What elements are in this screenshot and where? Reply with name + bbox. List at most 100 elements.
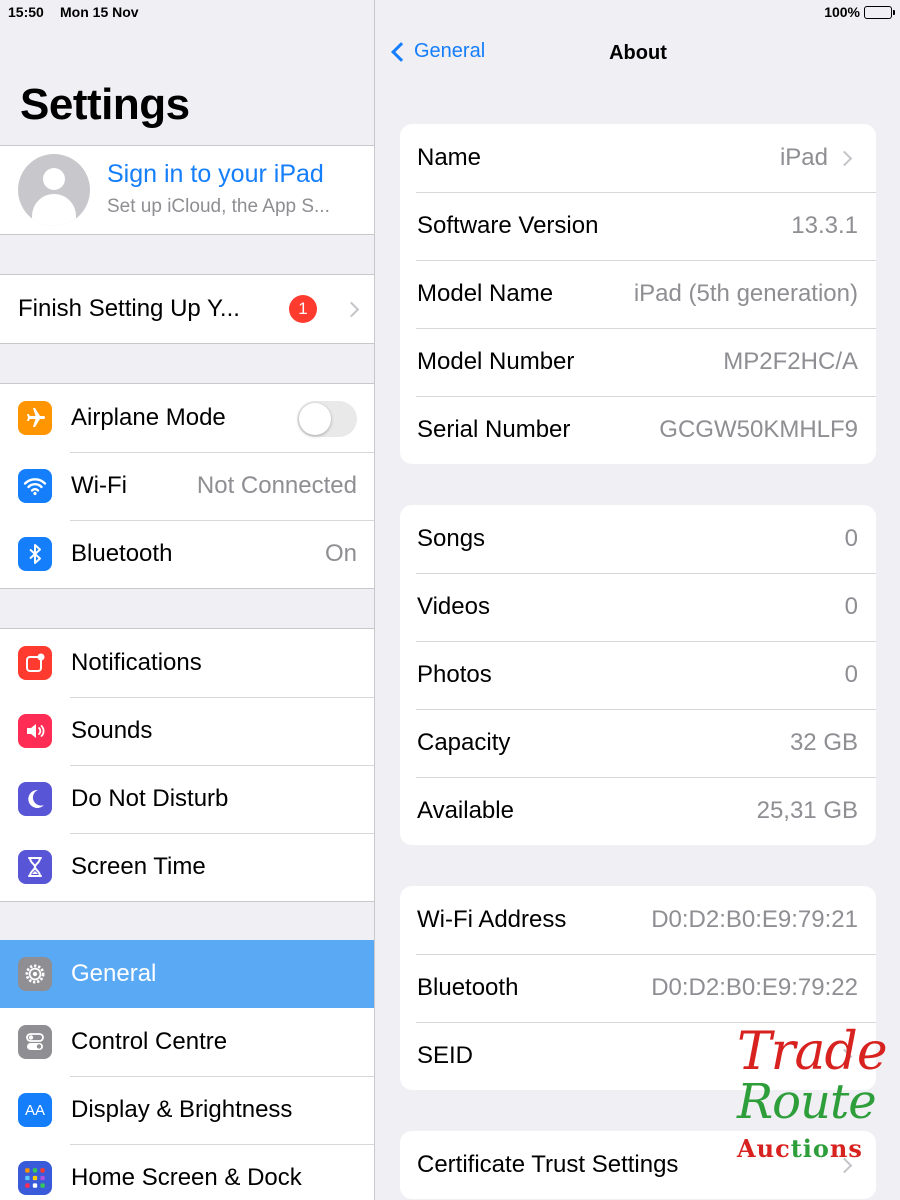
info-value: 0 bbox=[844, 593, 858, 620]
battery-indicator: 100% bbox=[824, 4, 895, 20]
sign-in-title: Sign in to your iPad bbox=[107, 160, 324, 188]
available-row: Available 25,31 GB bbox=[400, 777, 876, 845]
chevron-right-icon bbox=[343, 301, 360, 317]
sounds-icon bbox=[18, 714, 52, 748]
sidebar-item-sounds[interactable]: Sounds bbox=[0, 697, 374, 765]
about-detail-pane: About General Name iPad Software Version… bbox=[376, 0, 900, 1200]
info-label: Songs bbox=[417, 525, 486, 552]
info-value: iPad (5th generation) bbox=[633, 280, 858, 307]
profile-group: Sign in to your iPad Set up iCloud, the … bbox=[0, 145, 374, 235]
display-icon: AA bbox=[18, 1093, 52, 1127]
media-info-card: Songs 0 Videos 0 Photos 0 Capacity 32 GB… bbox=[400, 505, 876, 845]
sign-in-subtitle: Set up iCloud, the App S... bbox=[107, 196, 330, 217]
sidebar-item-label: Control Centre bbox=[71, 1028, 228, 1055]
back-button-label: General bbox=[414, 40, 486, 62]
status-time: 15:50 bbox=[8, 4, 44, 20]
logo-line-2: Route bbox=[737, 1074, 877, 1130]
info-label: SEID bbox=[417, 1042, 474, 1069]
info-label: Model Name bbox=[417, 280, 554, 307]
sidebar-item-bluetooth[interactable]: Bluetooth On bbox=[0, 520, 374, 588]
sidebar-item-home-screen-dock[interactable]: Home Screen & Dock bbox=[0, 1144, 374, 1200]
sidebar-item-label: Display & Brightness bbox=[71, 1096, 293, 1123]
sidebar-item-general[interactable]: General bbox=[0, 940, 374, 1008]
serial-number-row: Serial Number GCGW50KMHLF9 bbox=[400, 396, 876, 464]
info-label: Serial Number bbox=[417, 416, 571, 443]
sidebar-item-label: Screen Time bbox=[71, 853, 206, 880]
connectivity-group: Airplane Mode Wi-Fi Not Connected Blueto… bbox=[0, 383, 374, 589]
info-value: D0:D2:B0:E9:79:22 bbox=[651, 974, 858, 1001]
control-centre-icon bbox=[18, 1025, 52, 1059]
info-value: GCGW50KMHLF9 bbox=[659, 416, 858, 443]
back-button[interactable]: General bbox=[390, 40, 485, 63]
airplane-mode-toggle[interactable] bbox=[297, 401, 357, 437]
info-value: iPad bbox=[779, 144, 828, 171]
status-date: Mon 15 Nov bbox=[60, 4, 139, 20]
sidebar-item-label: Home Screen & Dock bbox=[71, 1164, 302, 1191]
chevron-right-icon bbox=[836, 150, 853, 166]
sidebar-item-label: Sounds bbox=[71, 717, 153, 744]
info-label: Name bbox=[417, 144, 482, 171]
info-value: 0 bbox=[844, 525, 858, 552]
info-value: 13.3.1 bbox=[791, 212, 858, 239]
bluetooth-status: On bbox=[324, 540, 357, 567]
finish-setup-label: Finish Setting Up Y... bbox=[18, 295, 240, 322]
finish-setup-group: Finish Setting Up Y... 1 bbox=[0, 274, 374, 344]
wifi-status: Not Connected bbox=[196, 472, 357, 499]
display-icon-glyph: AA bbox=[24, 1101, 45, 1119]
info-label: Available bbox=[417, 797, 514, 824]
sidebar-item-label: Wi-Fi bbox=[71, 472, 127, 499]
software-version-row: Software Version 13.3.1 bbox=[400, 192, 876, 260]
logo-line-3: Auctions bbox=[737, 1134, 863, 1163]
chevron-left-icon bbox=[391, 41, 411, 62]
settings-sidebar: Settings Sign in to your iPad Set up iCl… bbox=[0, 0, 375, 1200]
airplane-icon bbox=[18, 401, 52, 435]
status-bar: 15:50 Mon 15 Nov 100% bbox=[0, 0, 900, 24]
info-value: 25,31 GB bbox=[756, 797, 858, 824]
home-screen-icon bbox=[18, 1161, 52, 1195]
wifi-address-row: Wi-Fi Address D0:D2:B0:E9:79:21 bbox=[400, 886, 876, 954]
notifications-group: Notifications Sounds Do Not Disturb Scre… bbox=[0, 628, 374, 902]
info-label: Wi-Fi Address bbox=[417, 906, 567, 933]
sidebar-item-screen-time[interactable]: Screen Time bbox=[0, 833, 374, 901]
avatar bbox=[18, 154, 90, 226]
info-value: 32 GB bbox=[789, 729, 858, 756]
moon-icon bbox=[18, 782, 52, 816]
page-title: Settings bbox=[20, 80, 190, 129]
notification-badge: 1 bbox=[289, 295, 317, 323]
model-number-row[interactable]: Model Number MP2F2HC/A bbox=[400, 328, 876, 396]
bluetooth-address-row: Bluetooth D0:D2:B0:E9:79:22 bbox=[400, 954, 876, 1022]
battery-percent: 100% bbox=[824, 4, 860, 20]
sidebar-item-label: Notifications bbox=[71, 649, 202, 676]
sidebar-item-wifi[interactable]: Wi-Fi Not Connected bbox=[0, 452, 374, 520]
device-info-card: Name iPad Software Version 13.3.1 Model … bbox=[400, 124, 876, 464]
logo-line-1: Trade bbox=[737, 1022, 888, 1082]
info-value: 0 bbox=[844, 661, 858, 688]
info-value: D0:D2:B0:E9:79:21 bbox=[651, 906, 858, 933]
capacity-row: Capacity 32 GB bbox=[400, 709, 876, 777]
sign-in-row[interactable]: Sign in to your iPad Set up iCloud, the … bbox=[0, 146, 374, 234]
gear-icon bbox=[18, 957, 52, 991]
name-row[interactable]: Name iPad bbox=[400, 124, 876, 192]
sidebar-item-control-centre[interactable]: Control Centre bbox=[0, 1008, 374, 1076]
sidebar-item-label: Do Not Disturb bbox=[71, 785, 229, 812]
battery-icon bbox=[864, 5, 895, 19]
sidebar-item-label: Airplane Mode bbox=[71, 404, 226, 431]
sidebar-item-display-brightness[interactable]: AA Display & Brightness bbox=[0, 1076, 374, 1144]
finish-setup-row[interactable]: Finish Setting Up Y... 1 bbox=[0, 275, 374, 343]
songs-row: Songs 0 bbox=[400, 505, 876, 573]
sidebar-item-label: Bluetooth bbox=[71, 540, 173, 567]
info-label: Photos bbox=[417, 661, 492, 688]
sidebar-item-label: General bbox=[71, 960, 157, 987]
info-label: Videos bbox=[417, 593, 490, 620]
info-label: Software Version bbox=[417, 212, 599, 239]
model-name-row: Model Name iPad (5th generation) bbox=[400, 260, 876, 328]
info-label: Bluetooth bbox=[417, 974, 519, 1001]
wifi-icon bbox=[18, 469, 52, 503]
bluetooth-icon bbox=[18, 537, 52, 571]
sidebar-item-airplane-mode[interactable]: Airplane Mode bbox=[0, 384, 374, 452]
videos-row: Videos 0 bbox=[400, 573, 876, 641]
trade-route-auctions-logo: Trade Route Auctions bbox=[735, 1022, 888, 1172]
sidebar-item-notifications[interactable]: Notifications bbox=[0, 629, 374, 697]
general-group: General Control Centre AA Display & Brig… bbox=[0, 940, 374, 1200]
sidebar-item-do-not-disturb[interactable]: Do Not Disturb bbox=[0, 765, 374, 833]
